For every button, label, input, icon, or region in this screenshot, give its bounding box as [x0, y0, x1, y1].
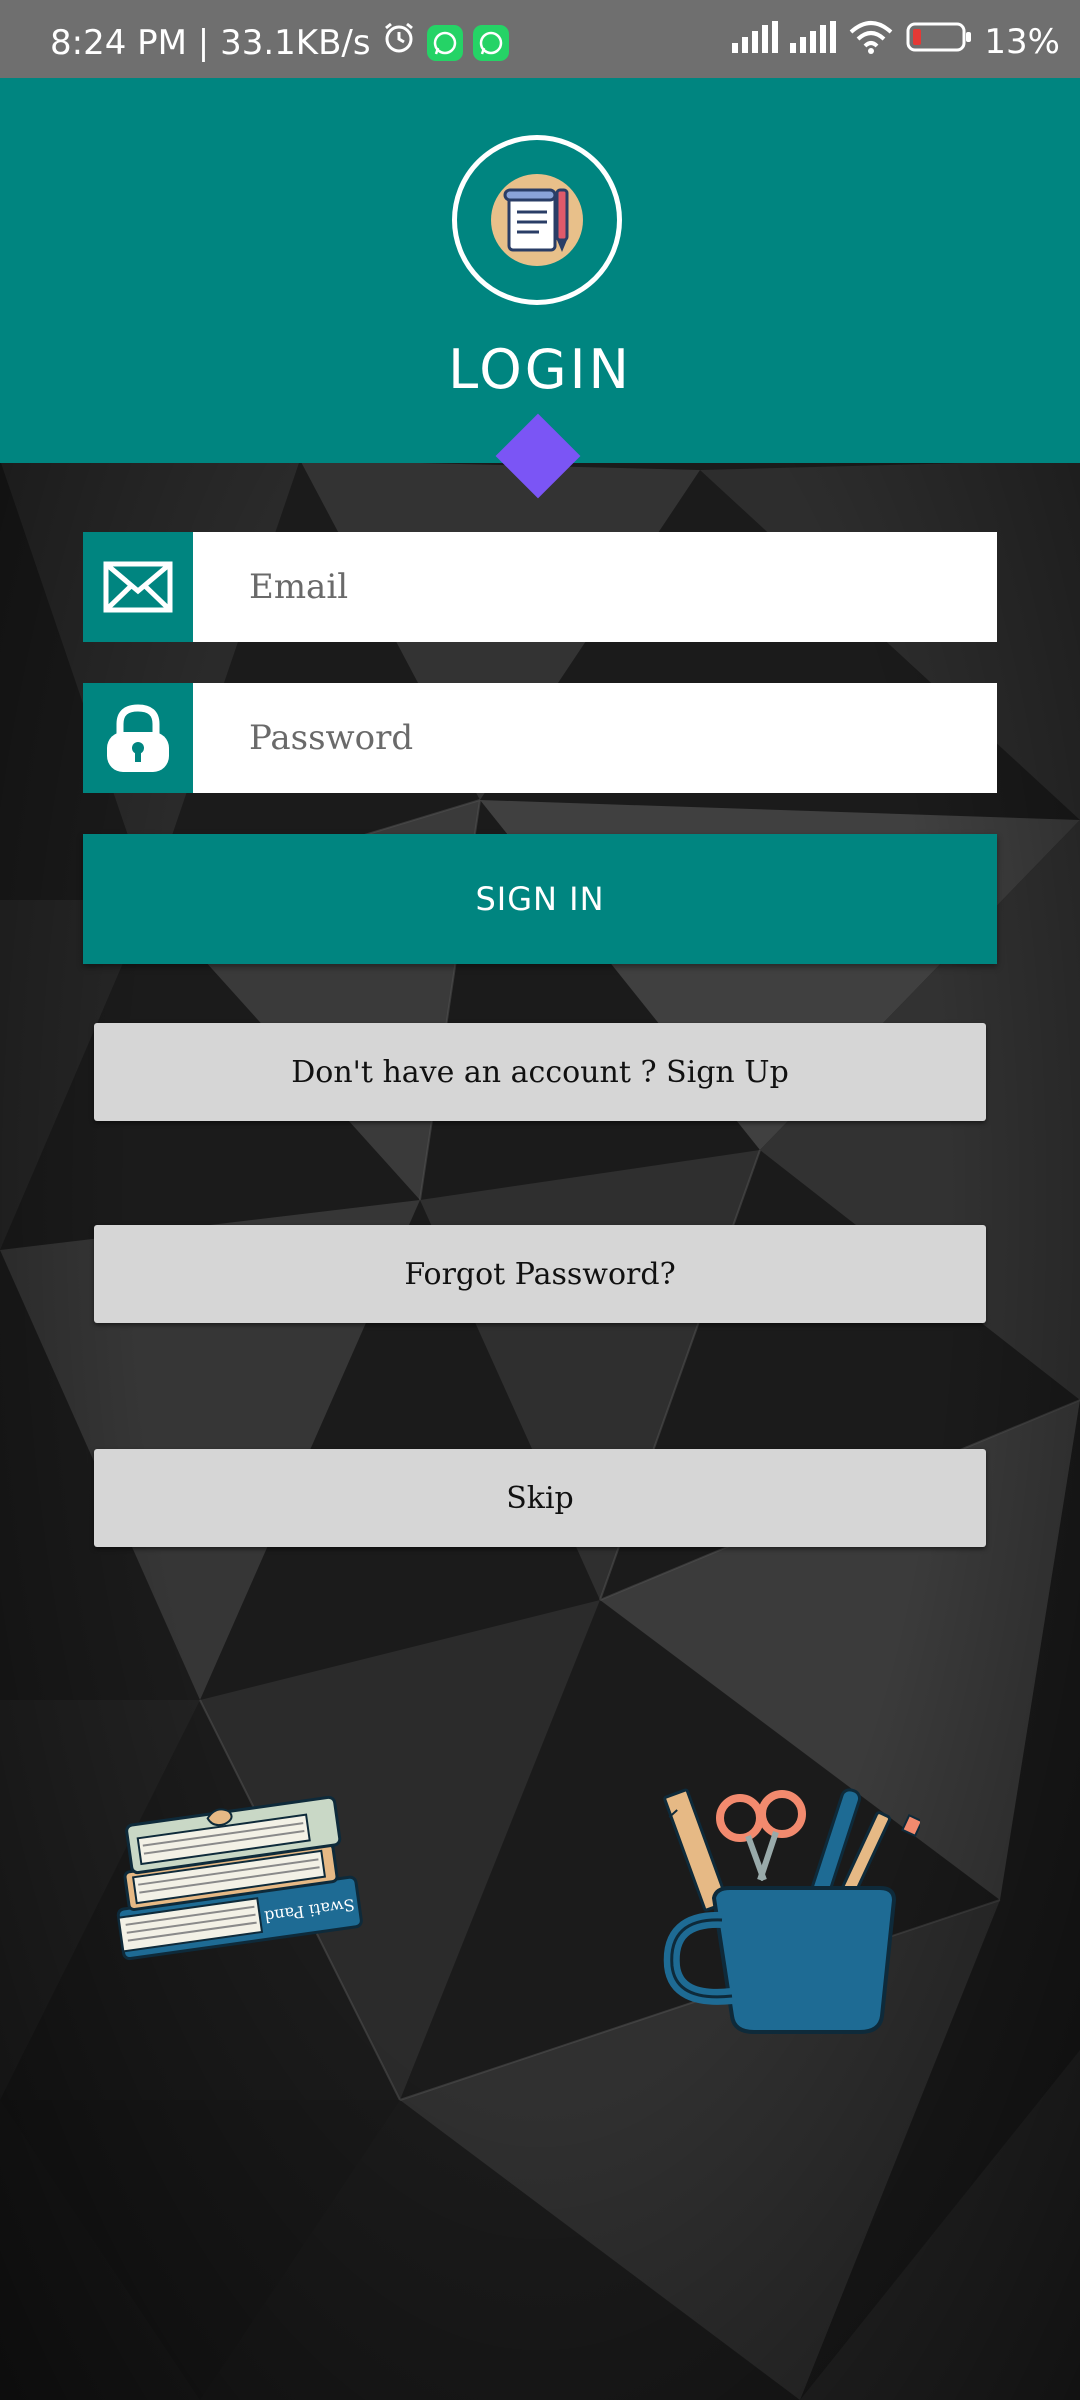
app-logo — [452, 135, 622, 305]
lock-icon — [107, 704, 169, 772]
status-time: 8:24 PM | 33.1KB/s — [50, 22, 371, 63]
email-icon-box — [83, 532, 193, 642]
battery-icon — [906, 21, 972, 62]
forgot-password-button[interactable]: Forgot Password? — [94, 1225, 986, 1323]
pencil-cup-illustration — [663, 1788, 920, 2034]
wifi-icon — [848, 20, 894, 63]
books-stack-illustration: Swati Pand — [116, 1795, 363, 1961]
whatsapp-icon — [426, 24, 463, 61]
alarm-icon — [381, 20, 417, 65]
sign-up-button[interactable]: Don't have an account ? Sign Up — [94, 1023, 986, 1121]
email-field — [83, 532, 997, 642]
status-right: 13% — [732, 20, 1060, 63]
password-input[interactable] — [193, 683, 997, 793]
status-bar: 8:24 PM | 33.1KB/s 13% — [0, 0, 1080, 78]
envelope-icon — [103, 561, 173, 613]
skip-button[interactable]: Skip — [94, 1449, 986, 1547]
notepad-pencil-icon — [491, 174, 583, 266]
battery-percent: 13% — [984, 21, 1060, 62]
signal-icon — [790, 21, 837, 62]
signal-icon — [732, 21, 779, 62]
email-input[interactable] — [193, 532, 997, 642]
status-left: 8:24 PM | 33.1KB/s — [50, 20, 509, 65]
password-icon-box — [83, 683, 193, 793]
password-field — [83, 683, 997, 793]
page-title: LOGIN — [448, 338, 632, 401]
whatsapp-icon — [472, 24, 509, 61]
sign-in-button[interactable]: SIGN IN — [83, 834, 997, 964]
